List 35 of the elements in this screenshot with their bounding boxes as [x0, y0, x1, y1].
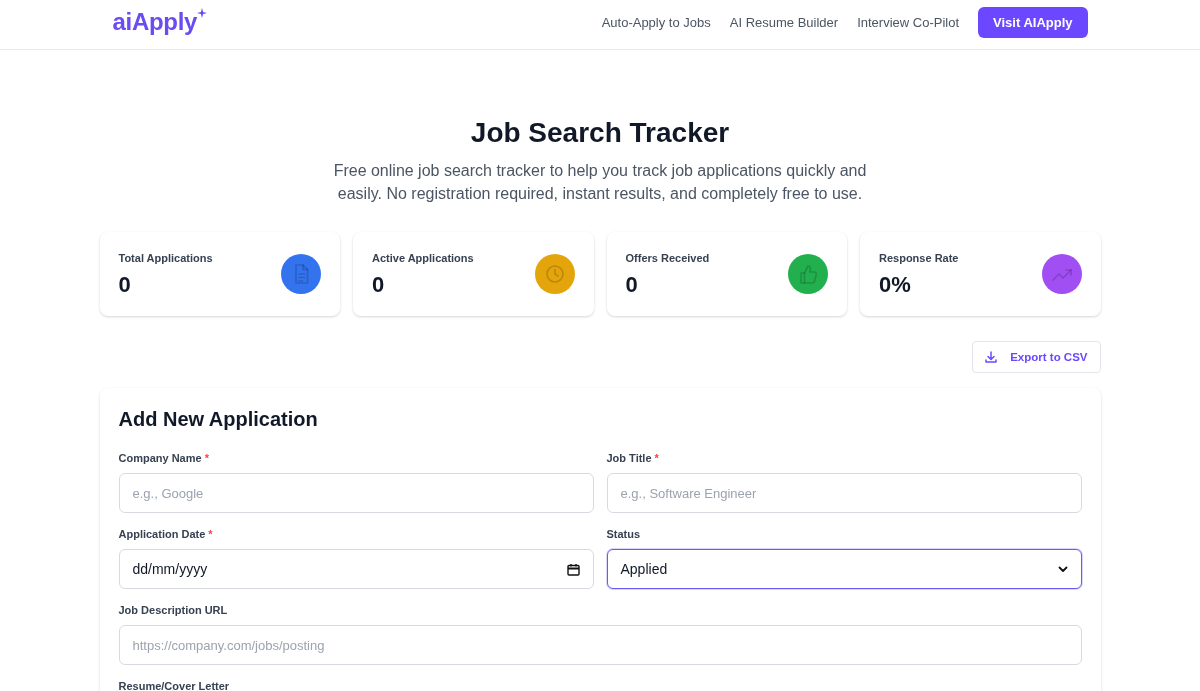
required-asterisk: *: [208, 527, 213, 542]
text-input[interactable]: e.g., Google: [118, 473, 594, 513]
stat-label: Response Rate: [879, 250, 959, 266]
status-select[interactable]: Applied: [606, 549, 1082, 589]
date-input[interactable]: dd/mm/yyyy: [118, 549, 594, 589]
nav-link[interactable]: AI Resume Builder: [729, 14, 839, 30]
field-label: Job Description URL: [118, 603, 228, 618]
text-input[interactable]: e.g., Software Engineer: [606, 473, 1082, 513]
page-subtitle: Free online job search tracker to help you track job applications quickly and easily. No registration required, instant results, and completely free to use.: [332, 161, 868, 204]
field-label: Resume/Cover Letter: [118, 679, 230, 691]
stat-value: 0: [118, 270, 132, 299]
sparkle-icon: [197, 8, 208, 18]
logo-wordmark[interactable]: aiApply: [112, 8, 198, 36]
field-label: Status: [606, 527, 641, 542]
field-label: Application Date: [118, 527, 206, 542]
required-asterisk: *: [204, 451, 209, 466]
download-icon: [985, 351, 998, 363]
stat-label: Offers Received: [625, 250, 710, 266]
stat-value: 0: [625, 270, 639, 299]
chevron-down-icon: [1057, 565, 1068, 573]
export-button[interactable]: Export to CSV: [972, 341, 1101, 373]
visit-button[interactable]: Visit AIApply: [978, 6, 1088, 38]
form-title: Add New Application: [118, 407, 319, 432]
page-title: Job Search Tracker: [469, 116, 731, 150]
nav-link[interactable]: Interview Co-Pilot: [857, 14, 960, 30]
required-asterisk: *: [654, 451, 659, 466]
stat-label: Active Applications: [372, 250, 474, 266]
field-label: Company Name: [118, 451, 202, 466]
field-label: Job Title: [606, 451, 652, 466]
stat-value: 0: [372, 270, 386, 299]
stat-label: Total Applications: [118, 250, 213, 266]
text-input[interactable]: https://company.com/jobs/posting: [118, 625, 1082, 665]
stat-value: 0%: [879, 270, 912, 299]
nav-link[interactable]: Auto-Apply to Jobs: [601, 14, 711, 30]
calendar-icon: [566, 562, 580, 576]
